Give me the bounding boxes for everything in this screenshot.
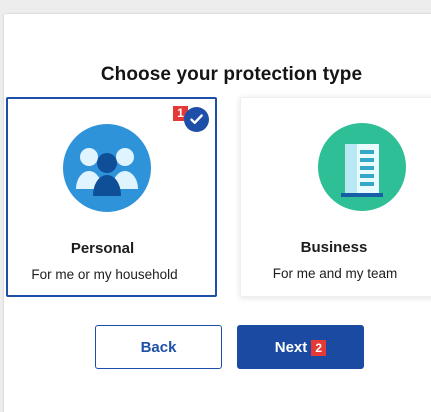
back-button[interactable]: Back xyxy=(95,325,222,369)
business-option-title: Business xyxy=(300,239,368,256)
selected-check-icon xyxy=(184,107,209,132)
personal-option-card[interactable]: 1 Personal For me or my household xyxy=(6,97,217,297)
next-button[interactable]: Next 2 xyxy=(237,325,364,369)
personal-option-description: For me or my household xyxy=(31,267,178,282)
page: Choose your protection type 1 Personal F… xyxy=(0,0,431,412)
family-icon xyxy=(63,124,151,212)
back-button-label: Back xyxy=(140,339,177,356)
business-option-description: For me and my team xyxy=(272,266,398,281)
dialog-title: Choose your protection type xyxy=(100,64,363,85)
next-button-label: Next xyxy=(274,339,308,357)
building-icon xyxy=(318,123,406,211)
personal-option-title: Personal xyxy=(70,240,135,257)
business-option-card[interactable]: Business For me and my team xyxy=(240,97,431,297)
step-badge-2: 2 xyxy=(311,340,327,357)
